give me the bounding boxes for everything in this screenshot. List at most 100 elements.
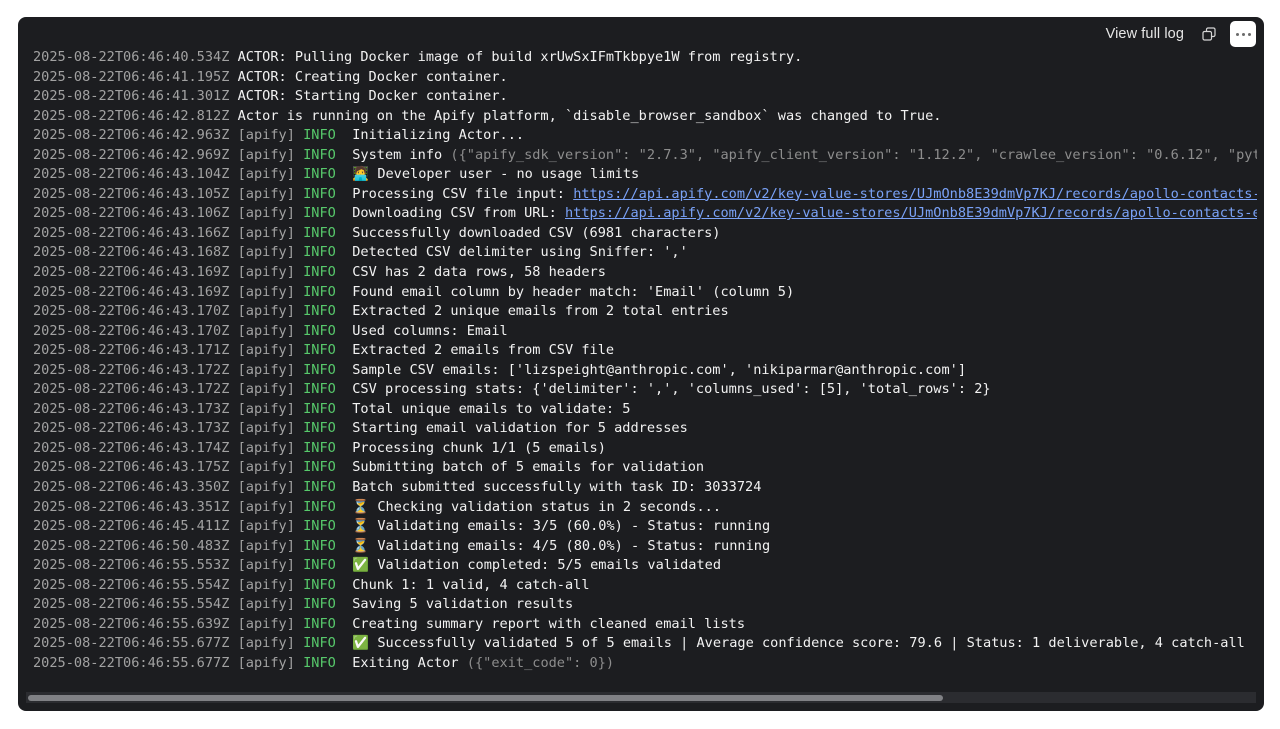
log-message: Processing CSV file input: (352, 185, 574, 202)
log-message: Used columns: Email (352, 322, 508, 339)
log-message: CSV has 2 data rows, 58 headers (352, 264, 606, 281)
log-source: [apify] (237, 518, 295, 535)
log-line: 2025-08-22T06:46:43.166Z [apify] INFO Su… (33, 224, 1257, 244)
log-source: [apify] (237, 439, 295, 456)
log-timestamp: 2025-08-22T06:46:43.173Z (33, 400, 230, 417)
log-line: 2025-08-22T06:46:42.812Z Actor is runnin… (33, 107, 1257, 127)
log-level-badge: INFO (303, 166, 345, 183)
log-extra-data: ({"exit_code": 0}) (466, 654, 615, 671)
log-line: 2025-08-22T06:46:55.554Z [apify] INFO Ch… (33, 576, 1257, 596)
log-line: 2025-08-22T06:46:41.301Z ACTOR: Starting… (33, 87, 1257, 107)
log-message: CSV processing stats: {'delimiter': ',',… (352, 381, 991, 398)
log-level-badge: INFO (303, 420, 345, 437)
log-message: Starting email validation for 5 addresse… (352, 420, 688, 437)
log-timestamp: 2025-08-22T06:46:43.170Z (33, 322, 230, 339)
log-toolbar: View full log (1106, 21, 1256, 47)
log-line: 2025-08-22T06:46:41.195Z ACTOR: Creating… (33, 68, 1257, 88)
log-timestamp: 2025-08-22T06:46:42.963Z (33, 127, 230, 144)
log-timestamp: 2025-08-22T06:46:43.168Z (33, 244, 230, 261)
log-timestamp: 2025-08-22T06:46:55.677Z (33, 635, 230, 652)
log-source: [apify] (237, 459, 295, 476)
log-line: 2025-08-22T06:46:43.171Z [apify] INFO Ex… (33, 341, 1257, 361)
log-level-badge: INFO (303, 537, 345, 554)
log-message: ⏳ Validating emails: 4/5 (80.0%) - Statu… (352, 537, 771, 554)
log-level-badge: INFO (303, 381, 345, 398)
log-source: [apify] (237, 635, 295, 652)
log-line: 2025-08-22T06:46:45.411Z [apify] INFO ⏳ … (33, 517, 1257, 537)
log-line: 2025-08-22T06:46:43.172Z [apify] INFO CS… (33, 380, 1257, 400)
log-source: [apify] (237, 361, 295, 378)
log-source: [apify] (237, 400, 295, 417)
log-source: [apify] (237, 576, 295, 593)
log-line: 2025-08-22T06:46:43.173Z [apify] INFO To… (33, 400, 1257, 420)
log-source: [apify] (237, 615, 295, 632)
log-timestamp: 2025-08-22T06:46:55.554Z (33, 596, 230, 613)
more-horizontal-icon-dot (1241, 32, 1245, 36)
log-source: [apify] (237, 303, 295, 320)
log-timestamp: 2025-08-22T06:46:43.171Z (33, 342, 230, 359)
log-line: 2025-08-22T06:46:43.106Z [apify] INFO Do… (33, 204, 1257, 224)
log-source: [apify] (237, 127, 295, 144)
log-line: 2025-08-22T06:46:42.963Z [apify] INFO In… (33, 126, 1257, 146)
log-message: Extracted 2 emails from CSV file (352, 342, 615, 359)
horizontal-scrollbar-thumb[interactable] (28, 695, 943, 701)
log-level-badge: INFO (303, 342, 345, 359)
log-level-badge: INFO (303, 596, 345, 613)
view-full-log-link[interactable]: View full log (1106, 26, 1184, 42)
log-timestamp: 2025-08-22T06:46:43.105Z (33, 185, 230, 202)
log-message: Submitting batch of 5 emails for validat… (352, 459, 705, 476)
log-url-link[interactable]: https://api.apify.com/v2/key-value-store… (565, 205, 1257, 221)
log-source: [apify] (237, 498, 295, 515)
log-message: 🧑‍💻 Developer user - no usage limits (352, 166, 640, 183)
log-timestamp: 2025-08-22T06:46:43.350Z (33, 479, 230, 496)
log-line: 2025-08-22T06:46:43.350Z [apify] INFO Ba… (33, 478, 1257, 498)
horizontal-scrollbar[interactable] (26, 692, 1256, 703)
log-output[interactable]: 2025-08-22T06:46:40.534Z ACTOR: Pulling … (33, 48, 1257, 688)
log-level-badge: INFO (303, 635, 345, 652)
log-level-badge: INFO (303, 127, 345, 144)
log-extra-data: ({"apify_sdk_version": "2.7.3", "apify_c… (450, 146, 1257, 163)
log-message: ✅ Validation completed: 5/5 emails valid… (352, 557, 722, 574)
log-line: 2025-08-22T06:46:40.534Z ACTOR: Pulling … (33, 48, 1257, 68)
copy-icon[interactable] (1198, 23, 1220, 45)
log-line: 2025-08-22T06:46:43.168Z [apify] INFO De… (33, 243, 1257, 263)
log-source: [apify] (237, 283, 295, 300)
log-line: 2025-08-22T06:46:43.170Z [apify] INFO Ex… (33, 302, 1257, 322)
log-timestamp: 2025-08-22T06:46:43.173Z (33, 420, 230, 437)
log-message: Downloading CSV from URL: (352, 205, 565, 222)
log-message: ⏳ Checking validation status in 2 second… (352, 498, 722, 515)
more-options-button[interactable] (1230, 21, 1256, 47)
log-timestamp: 2025-08-22T06:46:41.195Z (33, 68, 230, 85)
log-line: 2025-08-22T06:46:43.351Z [apify] INFO ⏳ … (33, 498, 1257, 518)
log-message: ⏳ Validating emails: 3/5 (60.0%) - Statu… (352, 518, 771, 535)
log-timestamp: 2025-08-22T06:46:42.969Z (33, 146, 230, 163)
log-level-badge: INFO (303, 244, 345, 261)
log-timestamp: 2025-08-22T06:46:55.553Z (33, 557, 230, 574)
log-level-badge: INFO (303, 264, 345, 281)
log-line: 2025-08-22T06:46:43.175Z [apify] INFO Su… (33, 458, 1257, 478)
log-message: Total unique emails to validate: 5 (352, 400, 631, 417)
log-message: Found email column by header match: 'Ema… (352, 283, 795, 300)
log-source: [apify] (237, 264, 295, 281)
log-message: Actor is running on the Apify platform, … (237, 107, 942, 124)
log-line: 2025-08-22T06:46:55.553Z [apify] INFO ✅ … (33, 556, 1257, 576)
log-line: 2025-08-22T06:46:55.554Z [apify] INFO Sa… (33, 595, 1257, 615)
log-source: [apify] (237, 557, 295, 574)
log-message: Batch submitted successfully with task I… (352, 479, 762, 496)
log-timestamp: 2025-08-22T06:46:55.639Z (33, 615, 230, 632)
log-timestamp: 2025-08-22T06:46:45.411Z (33, 518, 230, 535)
more-horizontal-icon (1235, 32, 1239, 36)
log-timestamp: 2025-08-22T06:46:43.166Z (33, 224, 230, 241)
log-level-badge: INFO (303, 146, 345, 163)
log-level-badge: INFO (303, 439, 345, 456)
log-timestamp: 2025-08-22T06:46:43.106Z (33, 205, 230, 222)
log-url-link[interactable]: https://api.apify.com/v2/key-value-store… (573, 186, 1257, 202)
log-message: Detected CSV delimiter using Sniffer: ',… (352, 244, 688, 261)
log-level-badge: INFO (303, 361, 345, 378)
log-message: Saving 5 validation results (352, 596, 574, 613)
more-horizontal-icon-dot (1247, 32, 1251, 36)
log-source: [apify] (237, 224, 295, 241)
log-timestamp: 2025-08-22T06:46:43.172Z (33, 361, 230, 378)
log-message: Successfully downloaded CSV (6981 charac… (352, 224, 721, 241)
log-level-badge: INFO (303, 576, 345, 593)
